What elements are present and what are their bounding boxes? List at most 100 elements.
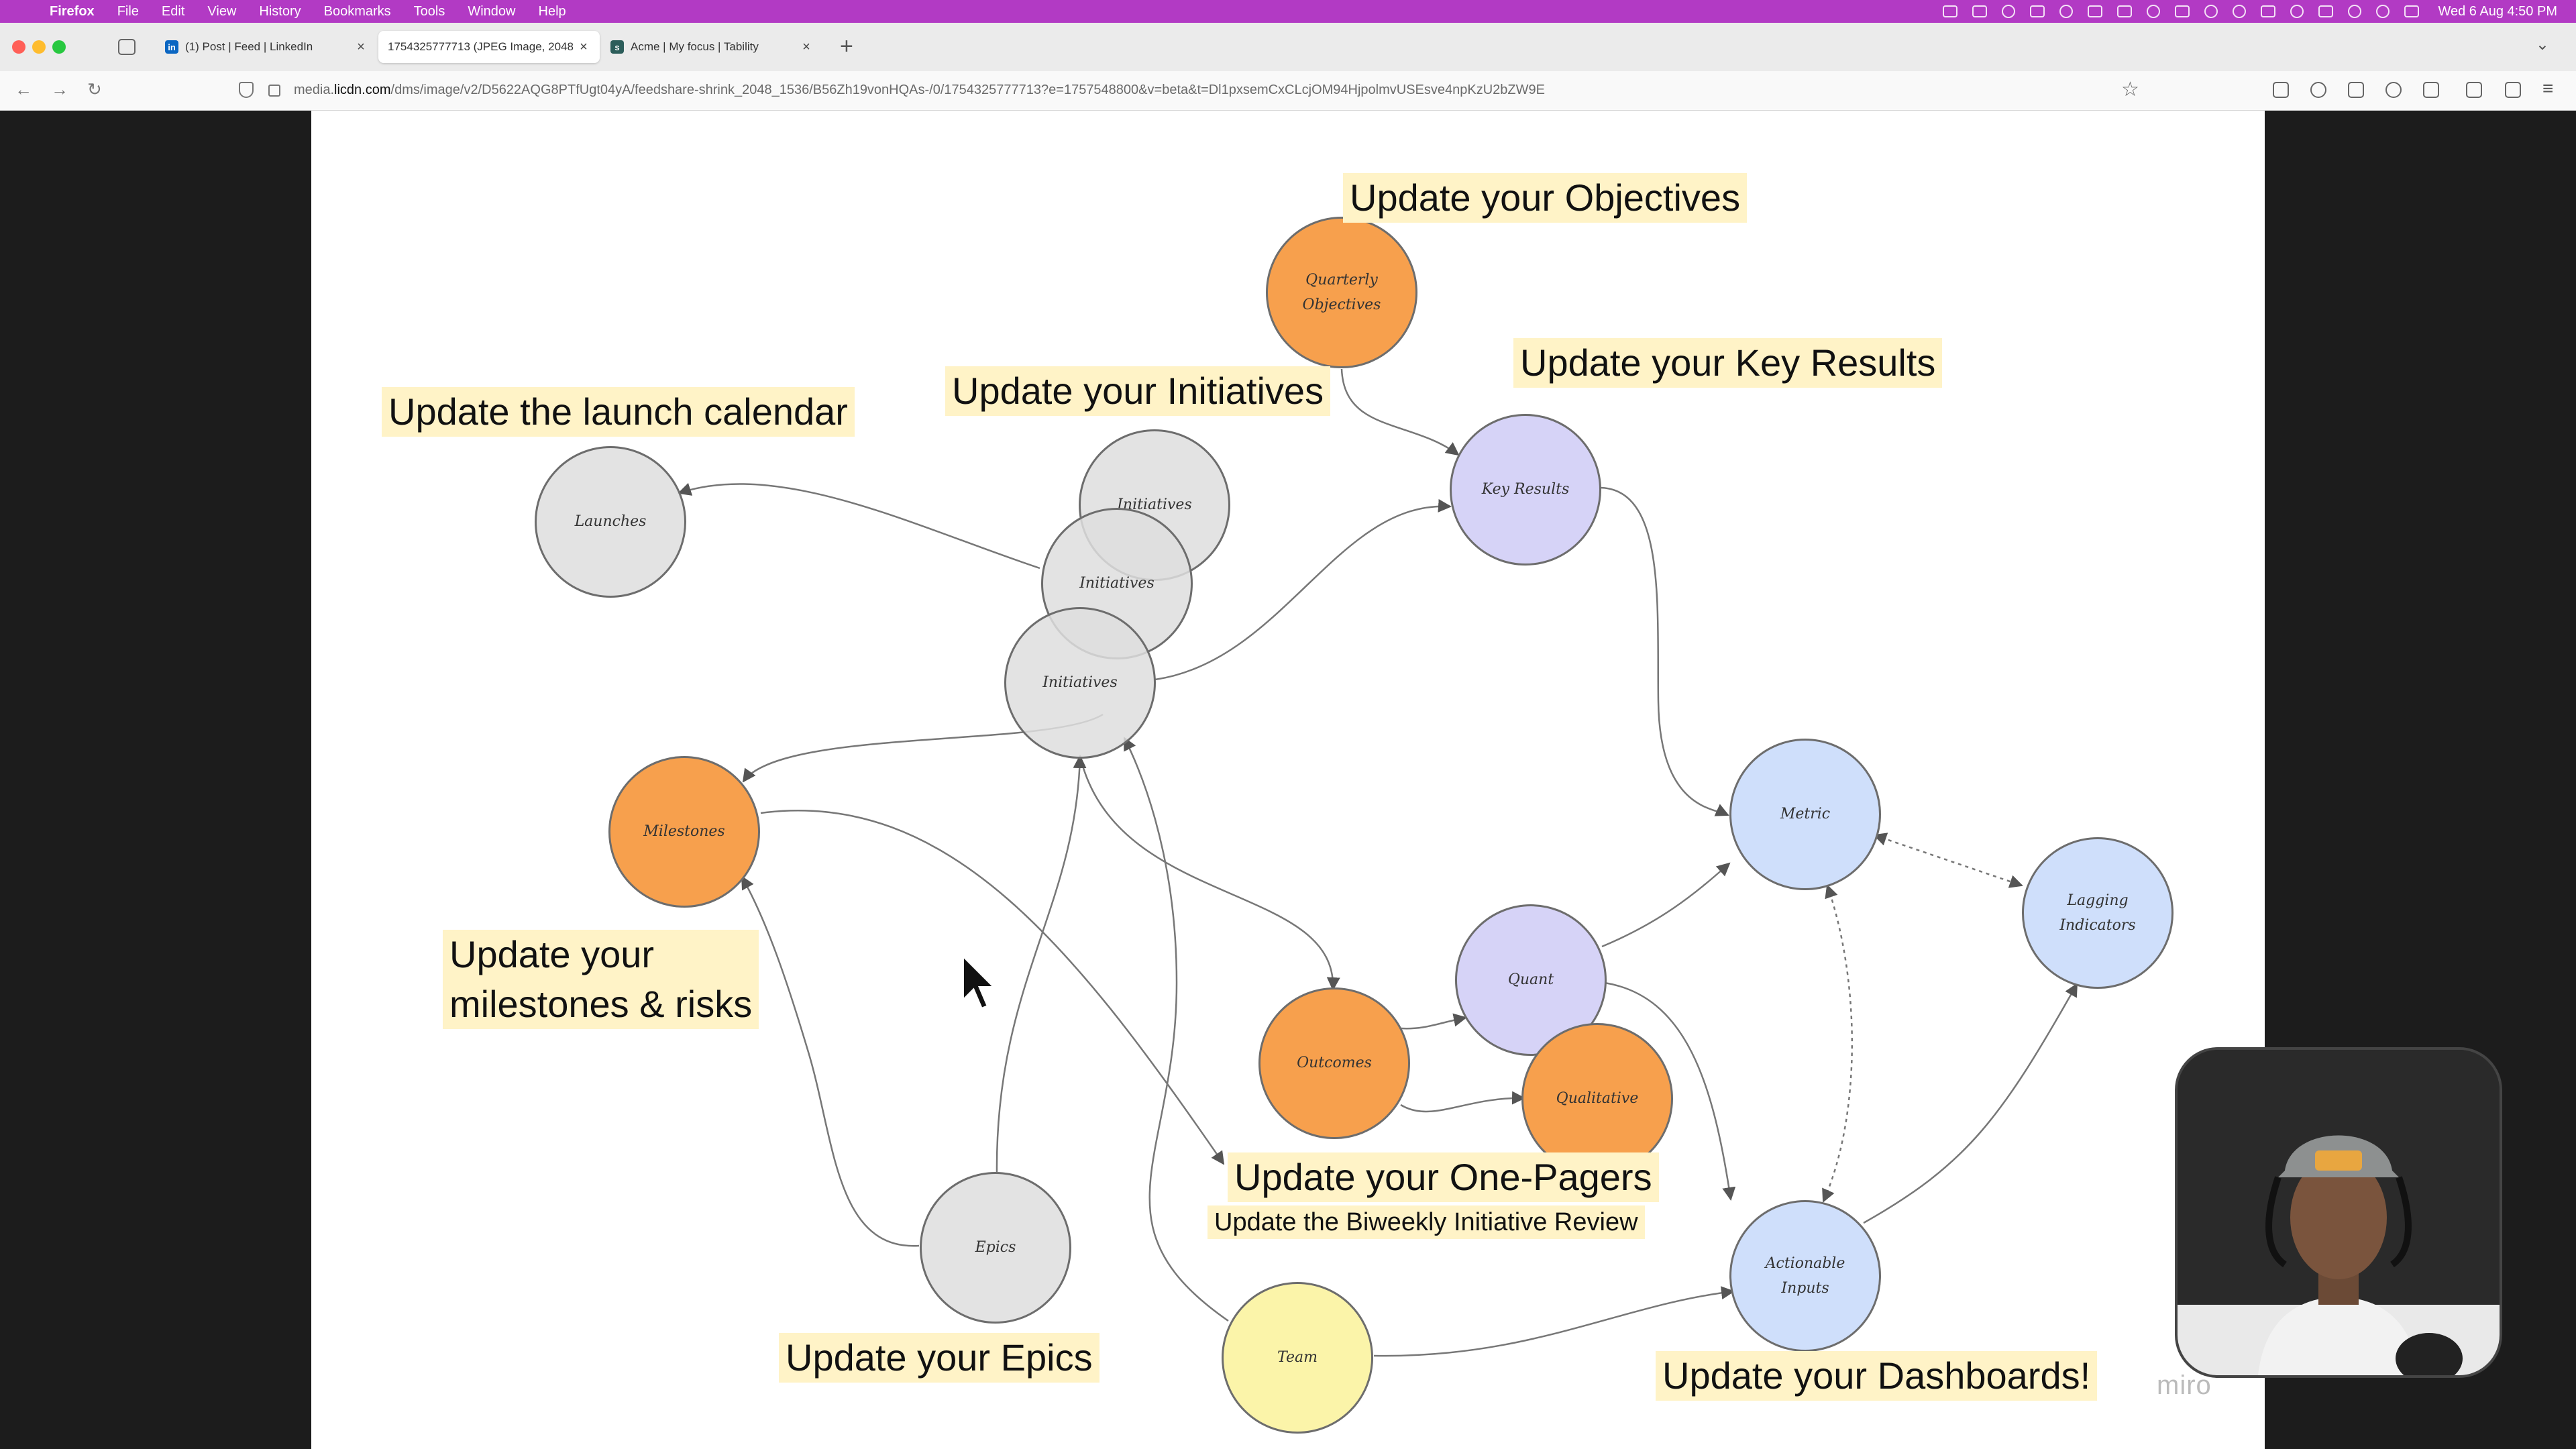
menu-view[interactable]: View [207, 4, 236, 19]
tab-overview-icon[interactable] [118, 39, 136, 55]
label-update-one-pagers: Update your One-Pagers [1228, 1152, 1659, 1202]
label-update-dashboards: Update your Dashboards! [1656, 1351, 2098, 1401]
label-update-biweekly-review: Update the Biweekly Initiative Review [1208, 1205, 1645, 1239]
extension-icon[interactable] [2147, 5, 2161, 18]
tab-title: Acme | My focus | Tability [631, 40, 759, 53]
new-tab-button[interactable]: + [840, 34, 853, 60]
edge-epics-milestones-visible [741, 875, 920, 1247]
menu-window[interactable]: Window [468, 4, 515, 19]
screen-record-icon[interactable] [1943, 5, 1958, 17]
node-quarterly-objectives: Quarterly Objectives [1266, 217, 1417, 368]
menu-tools[interactable]: Tools [414, 4, 445, 19]
wifi-icon[interactable] [2348, 5, 2362, 18]
shield-icon[interactable] [239, 82, 254, 98]
close-tab-icon[interactable]: × [353, 40, 369, 55]
sidebar-icon[interactable] [2423, 82, 2439, 98]
crop-icon[interactable] [2505, 82, 2521, 98]
label-update-milestones-risks: Update your milestones & risks [443, 930, 759, 1029]
grid-icon[interactable] [2117, 5, 2133, 17]
presenter-video [2178, 1050, 2500, 1375]
app-status-icon[interactable] [2002, 5, 2016, 18]
label-update-epics: Update your Epics [779, 1333, 1099, 1383]
linkedin-icon: in [165, 40, 178, 54]
cloud-icon[interactable] [2030, 5, 2045, 17]
menu-bookmarks[interactable]: Bookmarks [324, 4, 391, 19]
menu-edit[interactable]: Edit [162, 4, 184, 19]
tability-icon: s [610, 40, 624, 54]
node-actionable-inputs: Actionable Inputs [1729, 1200, 1881, 1352]
edge-quant-metric [1601, 862, 1731, 948]
edge-metric-lagging-dotted [1873, 833, 2023, 888]
node-outcomes: Outcomes [1258, 987, 1410, 1139]
status-icons: Wed 6 Aug 4:50 PM [1943, 0, 2557, 23]
forward-icon[interactable]: → [51, 79, 68, 100]
close-window-button[interactable] [12, 40, 25, 54]
label-update-key-results: Update your Key Results [1513, 338, 1943, 388]
edge-team-actionable [1373, 1286, 1735, 1357]
minimize-window-button[interactable] [32, 40, 46, 54]
navigation-toolbar: ← → ↻ media.licdn.com/dms/image/v2/D5622… [0, 71, 2576, 111]
label-update-objectives: Update your Objectives [1343, 173, 1748, 223]
menu-history[interactable]: History [259, 4, 301, 19]
node-epics: Epics [920, 1172, 1071, 1324]
tab-list-chevron-down-icon[interactable]: ⌄ [2536, 35, 2549, 54]
moon-icon[interactable] [2290, 5, 2304, 18]
maximize-window-button[interactable] [52, 40, 66, 54]
node-team: Team [1222, 1282, 1373, 1434]
edge-metric-actionable-dotted [1822, 884, 1854, 1203]
lock-icon[interactable] [268, 85, 280, 97]
menu-clock[interactable]: Wed 6 Aug 4:50 PM [2438, 4, 2557, 19]
drive-icon[interactable] [1972, 5, 1988, 17]
layout-icon[interactable] [2261, 5, 2276, 17]
menu-file[interactable]: File [117, 4, 139, 19]
browser-tab-strip: in (1) Post | Feed | LinkedIn × 17543257… [0, 23, 2576, 71]
macos-menu-bar: Firefox File Edit View History Bookmarks… [0, 0, 2576, 23]
tab-linkedin[interactable]: in (1) Post | Feed | LinkedIn × [156, 31, 377, 63]
label-update-initiatives: Update your Initiatives [945, 366, 1331, 416]
close-tab-icon[interactable]: × [576, 40, 592, 55]
node-initiatives: Initiatives [1004, 607, 1156, 759]
label-update-launch-calendar: Update the launch calendar [382, 387, 855, 437]
control-center-icon[interactable] [2404, 5, 2420, 17]
menu-help[interactable]: Help [539, 4, 566, 19]
node-key-results: Key Results [1450, 414, 1601, 566]
reload-icon[interactable]: ↻ [87, 79, 102, 100]
window-icon[interactable] [2175, 5, 2190, 17]
extension-icon[interactable] [2348, 82, 2364, 98]
edge-keyresults-metric [1597, 486, 1729, 816]
sync-icon[interactable] [2059, 5, 2074, 18]
mouse-cursor-icon [961, 953, 998, 1011]
edge-initiatives-launches [678, 482, 1040, 570]
bird-icon[interactable] [2088, 5, 2103, 17]
privacy-icon[interactable] [2385, 82, 2402, 98]
back-icon[interactable]: ← [15, 79, 32, 100]
edge-epics-initiatives [996, 755, 1087, 1173]
edge-objectives-keyresults [1340, 368, 1460, 456]
battery-icon[interactable] [2318, 5, 2334, 17]
webcam-overlay [2178, 1050, 2500, 1375]
menu-app-name[interactable]: Firefox [50, 4, 95, 19]
puzzle-icon[interactable] [2466, 82, 2482, 98]
chat-icon[interactable] [2233, 5, 2247, 18]
timer-icon[interactable] [2204, 5, 2218, 18]
edge-initiatives-outcomes [1079, 755, 1340, 991]
download-icon[interactable] [2273, 82, 2289, 98]
bookmark-star-icon[interactable]: ☆ [2121, 78, 2139, 101]
tab-jpeg-image[interactable]: 1754325777713 (JPEG Image, 2048 × [378, 31, 600, 63]
edge-actionable-lagging [1863, 983, 2078, 1224]
account-icon[interactable] [2310, 82, 2326, 98]
tab-title: (1) Post | Feed | LinkedIn [185, 40, 313, 53]
search-icon[interactable] [2376, 5, 2390, 18]
tab-tability[interactable]: s Acme | My focus | Tability × [601, 31, 822, 63]
edge-outcomes-quant [1400, 1013, 1467, 1030]
node-milestones: Milestones [608, 756, 760, 908]
url-field[interactable]: media.licdn.com/dms/image/v2/D5622AQG8PT… [294, 83, 1545, 98]
miro-watermark: miro [2157, 1371, 2212, 1400]
tab-title: 1754325777713 (JPEG Image, 2048 [388, 40, 574, 53]
close-tab-icon[interactable]: × [798, 40, 814, 55]
node-lagging-indicators: Lagging Indicators [2022, 837, 2174, 989]
node-metric: Metric [1729, 739, 1881, 890]
diagram-image: Quarterly Objectives Key Results Initiat… [311, 111, 2265, 1449]
node-launches: Launches [535, 446, 686, 598]
menu-hamburger-icon[interactable]: ≡ [2542, 78, 2553, 99]
